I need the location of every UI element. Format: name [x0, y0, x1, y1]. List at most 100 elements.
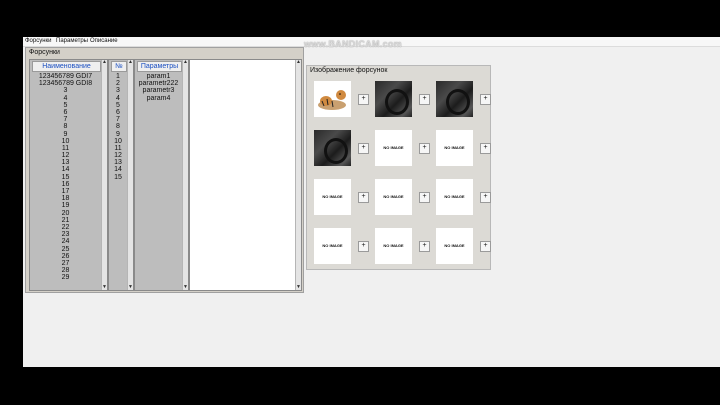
list-item[interactable]: 22: [30, 224, 101, 231]
scroll-up-arrow-icon[interactable]: ▲: [128, 60, 133, 65]
list-item[interactable]: 123456789 GDI8: [30, 80, 101, 87]
list-item[interactable]: param1: [135, 73, 182, 80]
list-item[interactable]: 18: [30, 195, 101, 202]
list-item[interactable]: 28: [30, 267, 101, 274]
names-rows: 123456789 GDI7 123456789 GDI8 3 4 5 6 7 8 9 10 11 1…: [30, 73, 101, 281]
list-item[interactable]: 15: [30, 174, 101, 181]
list-item[interactable]: 9: [30, 131, 101, 138]
params-list[interactable]: Параметры param1 parametr222 parametr3 para…: [134, 59, 189, 291]
list-item[interactable]: 3: [30, 87, 101, 94]
list-item[interactable]: 14: [30, 166, 101, 173]
add-image-button[interactable]: +: [419, 192, 430, 203]
scroll-up-arrow-icon[interactable]: ▲: [183, 60, 188, 65]
list-item[interactable]: 27: [30, 260, 101, 267]
list-item[interactable]: 13: [109, 159, 127, 166]
list-item[interactable]: 5: [30, 102, 101, 109]
add-image-button[interactable]: +: [419, 143, 430, 154]
add-image-button[interactable]: +: [358, 143, 369, 154]
list-item[interactable]: 19: [30, 202, 101, 209]
list-item[interactable]: 14: [109, 166, 127, 173]
list-item[interactable]: 3: [109, 87, 127, 94]
add-image-button[interactable]: +: [358, 192, 369, 203]
params-scrollbar[interactable]: ▲ ▼: [182, 60, 188, 290]
scroll-down-arrow-icon[interactable]: ▼: [102, 285, 107, 290]
list-item[interactable]: 23: [30, 231, 101, 238]
add-image-button[interactable]: +: [480, 143, 491, 154]
no-image-thumbnail: NO IMAGE: [375, 228, 412, 264]
list-item[interactable]: 9: [109, 131, 127, 138]
tiger-icon: [318, 90, 346, 110]
menu-injectors[interactable]: Форсунки: [25, 38, 52, 44]
list-item[interactable]: 8: [30, 123, 101, 130]
no-image-label: NO IMAGE: [322, 194, 343, 199]
scroll-up-arrow-icon[interactable]: ▲: [296, 60, 301, 65]
details-scrollbar[interactable]: ▲ ▼: [295, 60, 301, 290]
scroll-down-arrow-icon[interactable]: ▼: [183, 285, 188, 290]
list-item[interactable]: 7: [30, 116, 101, 123]
no-image-thumbnail: NO IMAGE: [436, 179, 473, 215]
panel-title: Форсунки: [29, 49, 60, 56]
no-image-label: NO IMAGE: [444, 243, 465, 248]
add-image-button[interactable]: +: [480, 241, 491, 252]
add-image-button[interactable]: +: [419, 94, 430, 105]
list-item[interactable]: 17: [30, 188, 101, 195]
list-item[interactable]: 11: [109, 145, 127, 152]
list-item[interactable]: 12: [30, 152, 101, 159]
names-header[interactable]: Наименование: [32, 61, 101, 72]
scroll-down-arrow-icon[interactable]: ▼: [128, 285, 133, 290]
list-item[interactable]: 11: [30, 145, 101, 152]
list-item[interactable]: 12: [109, 152, 127, 159]
no-image-label: NO IMAGE: [444, 194, 465, 199]
list-item[interactable]: 2: [109, 80, 127, 87]
list-item[interactable]: 20: [30, 210, 101, 217]
add-image-button[interactable]: +: [480, 192, 491, 203]
menu-parameters[interactable]: Параметры: [56, 38, 88, 44]
list-item[interactable]: 24: [30, 238, 101, 245]
list-item[interactable]: 7: [109, 116, 127, 123]
params-rows: param1 parametr222 parametr3 param4: [135, 73, 182, 102]
list-item[interactable]: parametr222: [135, 80, 182, 87]
no-image-thumbnail: NO IMAGE: [375, 130, 412, 166]
tiger-image-thumbnail: [314, 81, 351, 117]
list-item[interactable]: 25: [30, 246, 101, 253]
list-item[interactable]: 1: [109, 73, 127, 80]
add-image-button[interactable]: +: [480, 94, 491, 105]
list-item[interactable]: 4: [30, 95, 101, 102]
add-image-button[interactable]: +: [419, 241, 430, 252]
number-scrollbar[interactable]: ▲ ▼: [127, 60, 133, 290]
list-item[interactable]: 4: [109, 95, 127, 102]
menu-description[interactable]: Описание: [90, 38, 118, 44]
params-header[interactable]: Параметры: [137, 61, 182, 72]
add-image-button[interactable]: +: [358, 94, 369, 105]
no-image-label: NO IMAGE: [383, 243, 404, 248]
scroll-up-arrow-icon[interactable]: ▲: [102, 60, 107, 65]
list-item[interactable]: param4: [135, 95, 182, 102]
list-item[interactable]: 6: [30, 109, 101, 116]
list-item[interactable]: 26: [30, 253, 101, 260]
list-item[interactable]: 8: [109, 123, 127, 130]
names-list[interactable]: Наименование 123456789 GDI7 123456789 GDI…: [29, 59, 108, 291]
injector-image-thumbnail: [375, 81, 412, 117]
add-image-button[interactable]: +: [358, 241, 369, 252]
number-header[interactable]: №: [111, 61, 127, 72]
no-image-thumbnail: NO IMAGE: [436, 130, 473, 166]
number-list[interactable]: № 1 2 3 4 5 6 7 8 9 10 11 12 13 14 15 ▲ ▼: [108, 59, 134, 291]
list-item[interactable]: 5: [109, 102, 127, 109]
scroll-down-arrow-icon[interactable]: ▼: [296, 285, 301, 290]
list-item[interactable]: 29: [30, 274, 101, 281]
list-item[interactable]: 16: [30, 181, 101, 188]
list-item[interactable]: 10: [30, 138, 101, 145]
list-item[interactable]: parametr3: [135, 87, 182, 94]
details-area[interactable]: ▲ ▼: [189, 59, 302, 291]
injector-image-thumbnail: [314, 130, 351, 166]
list-item[interactable]: 10: [109, 138, 127, 145]
names-scrollbar[interactable]: ▲ ▼: [101, 60, 107, 290]
injector-images-panel: Изображение форсунок + + + + NO IMAGE + NO IMA…: [306, 65, 491, 270]
no-image-label: NO IMAGE: [444, 145, 465, 150]
list-item[interactable]: 123456789 GDI7: [30, 73, 101, 80]
list-item[interactable]: 15: [109, 174, 127, 181]
no-image-thumbnail: NO IMAGE: [375, 179, 412, 215]
list-item[interactable]: 21: [30, 217, 101, 224]
list-item[interactable]: 13: [30, 159, 101, 166]
list-item[interactable]: 6: [109, 109, 127, 116]
